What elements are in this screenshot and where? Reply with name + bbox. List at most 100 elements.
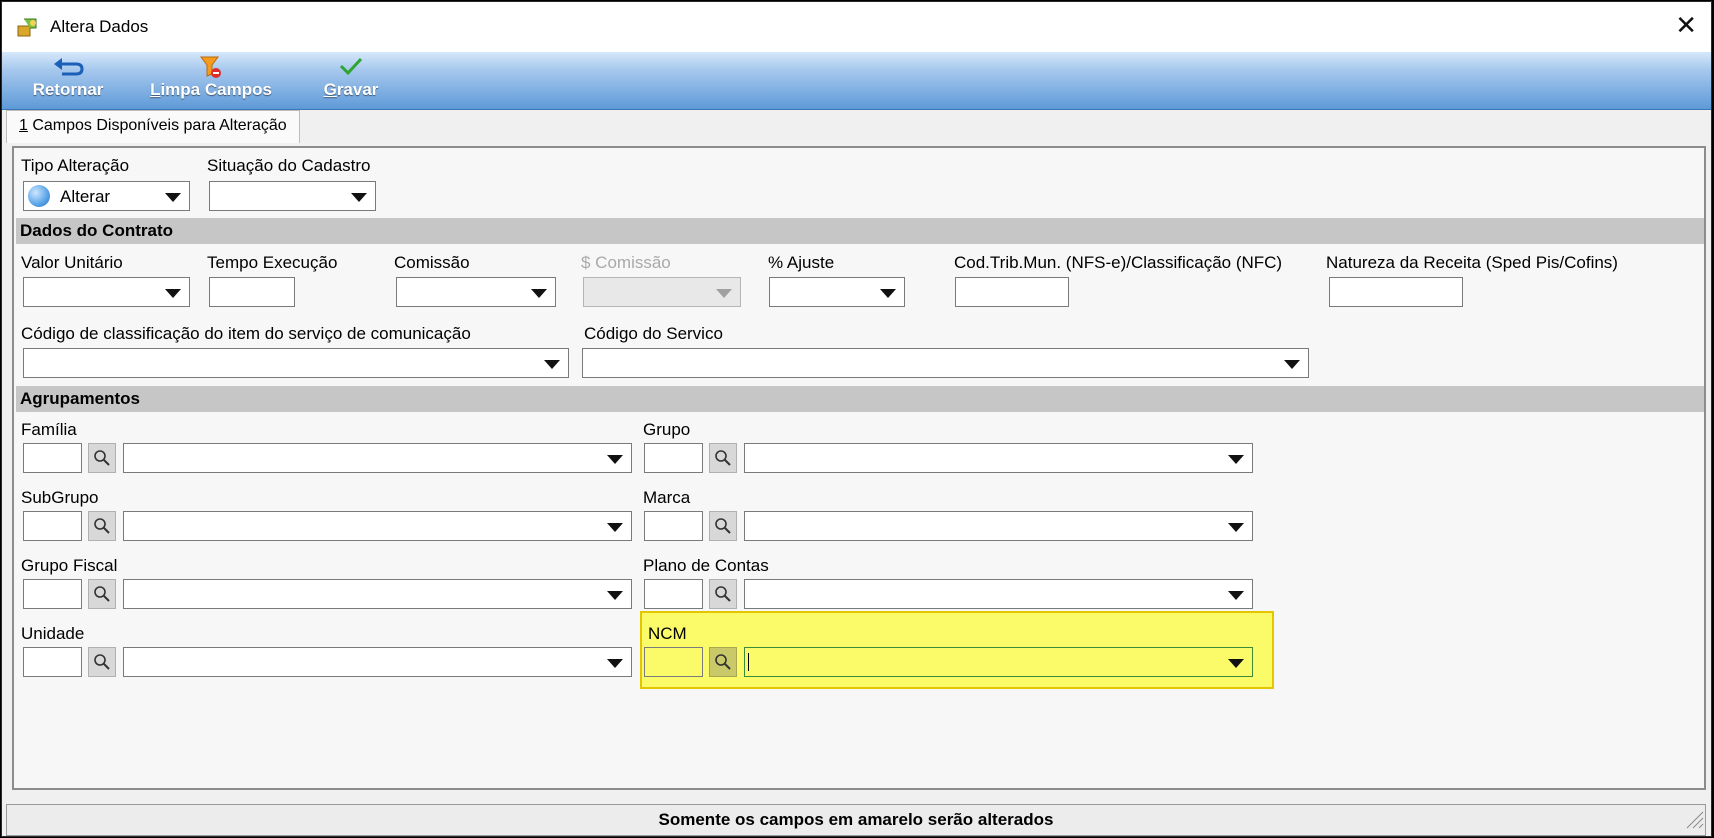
section-agrupamentos: Agrupamentos [16, 386, 1704, 412]
codigo-classificacao-select[interactable] [23, 348, 569, 378]
grupo-fiscal-label: Grupo Fiscal [21, 556, 118, 575]
tab-campos-disponiveis[interactable]: 1 Campos Disponíveis para Alteração [6, 110, 300, 143]
cod-trib-label: Cod.Trib.Mun. (NFS-e)/Classificação (NFC… [954, 253, 1283, 272]
tipo-alteracao-value: Alterar [60, 187, 111, 206]
grupo-fiscal-select[interactable] [123, 579, 632, 609]
gravar-label: Gravar [323, 80, 379, 99]
search-icon [94, 586, 110, 602]
chevron-down-icon [544, 360, 560, 369]
ncm-highlight-group: NCM [640, 611, 1274, 689]
search-icon [94, 654, 110, 670]
status-message: Somente os campos em amarelo serão alter… [658, 810, 1054, 829]
retornar-button[interactable]: Retornar [30, 54, 106, 106]
codigo-servico-label: Código do Servico [584, 324, 723, 343]
chevron-down-icon [531, 289, 547, 298]
tempo-execucao-label: Tempo Execução [207, 253, 338, 272]
chevron-down-icon [1228, 455, 1244, 464]
title-bar: Altera Dados ✕ [2, 2, 1711, 52]
valor-unitario-select[interactable] [23, 277, 190, 307]
search-icon [715, 654, 731, 670]
globe-icon [28, 185, 50, 207]
cod-trib-input[interactable] [955, 277, 1069, 307]
unidade-select[interactable] [123, 647, 632, 677]
marca-label: Marca [643, 488, 691, 507]
chevron-down-icon [1228, 523, 1244, 532]
plano-contas-select[interactable] [744, 579, 1253, 609]
text-cursor [748, 653, 749, 671]
filter-clear-icon [200, 56, 221, 78]
grupo-fiscal-search-button[interactable] [88, 579, 116, 609]
valor-unitario-label: Valor Unitário [21, 253, 123, 272]
section-dados-contrato: Dados do Contrato [16, 218, 1704, 244]
search-icon [715, 450, 731, 466]
ajuste-label: % Ajuste [768, 253, 835, 272]
altera-dados-window: Altera Dados ✕ Retornar Limpa Campos Gra… [1, 1, 1712, 837]
comissao-label: Comissão [394, 253, 470, 272]
chevron-down-icon [351, 193, 367, 202]
natureza-receita-input[interactable] [1329, 277, 1463, 307]
chevron-down-icon [607, 659, 623, 668]
toolbar: Retornar Limpa Campos Gravar [2, 52, 1711, 110]
subgrupo-label: SubGrupo [21, 488, 99, 507]
chevron-down-icon [880, 289, 896, 298]
chevron-down-icon [607, 523, 623, 532]
familia-label: Família [21, 420, 77, 439]
familia-code-input[interactable] [23, 443, 82, 473]
search-icon [94, 450, 110, 466]
unidade-code-input[interactable] [23, 647, 82, 677]
s-comissao-select [583, 277, 741, 307]
s-comissao-label: $ Comissão [581, 253, 671, 272]
subgrupo-search-button[interactable] [88, 511, 116, 541]
tempo-execucao-input[interactable] [209, 277, 295, 307]
chevron-down-icon [607, 591, 623, 600]
undo-arrow-icon [54, 58, 84, 76]
plano-contas-search-button[interactable] [709, 579, 737, 609]
chevron-down-icon [1228, 659, 1244, 668]
ajuste-select[interactable] [769, 277, 905, 307]
unidade-label: Unidade [21, 624, 85, 643]
chevron-down-icon [716, 289, 732, 298]
plano-contas-label: Plano de Contas [643, 556, 769, 575]
marca-search-button[interactable] [709, 511, 737, 541]
limpa-campos-button[interactable]: Limpa Campos [146, 54, 276, 106]
grupo-select[interactable] [744, 443, 1253, 473]
chevron-down-icon [165, 193, 181, 202]
ncm-label: NCM [648, 624, 687, 643]
grupo-search-button[interactable] [709, 443, 737, 473]
ncm-code-input[interactable] [644, 647, 703, 677]
codigo-classificacao-label: Código de classificação do item do servi… [21, 324, 471, 343]
ncm-select[interactable] [744, 647, 1253, 677]
resize-grip-icon[interactable] [1683, 808, 1705, 830]
subgrupo-select[interactable] [123, 511, 632, 541]
marca-code-input[interactable] [644, 511, 703, 541]
window-title: Altera Dados [50, 17, 149, 36]
gravar-button[interactable]: Gravar [318, 54, 384, 106]
grupo-fiscal-code-input[interactable] [23, 579, 82, 609]
tipo-alteracao-label: Tipo Alteração [21, 156, 130, 175]
search-icon [715, 518, 731, 534]
grupo-code-input[interactable] [644, 443, 703, 473]
situacao-cadastro-label: Situação do Cadastro [207, 156, 371, 175]
close-icon[interactable]: ✕ [1675, 10, 1697, 40]
chevron-down-icon [1284, 360, 1300, 369]
comissao-select[interactable] [396, 277, 556, 307]
codigo-servico-select[interactable] [582, 348, 1309, 378]
app-icon [17, 18, 37, 37]
ncm-search-button[interactable] [709, 647, 737, 677]
marca-select[interactable] [744, 511, 1253, 541]
retornar-label: Retornar [32, 80, 104, 99]
situacao-cadastro-select[interactable] [209, 181, 376, 211]
familia-search-button[interactable] [88, 443, 116, 473]
chevron-down-icon [165, 289, 181, 298]
search-icon [715, 586, 731, 602]
limpa-campos-label: Limpa Campos [150, 80, 272, 99]
status-bar: Somente os campos em amarelo serão alter… [6, 804, 1706, 836]
chevron-down-icon [607, 455, 623, 464]
plano-contas-code-input[interactable] [644, 579, 703, 609]
tipo-alteracao-select[interactable]: Alterar [23, 181, 190, 211]
familia-select[interactable] [123, 443, 632, 473]
unidade-search-button[interactable] [88, 647, 116, 677]
search-icon [94, 518, 110, 534]
subgrupo-code-input[interactable] [23, 511, 82, 541]
grupo-label: Grupo [643, 420, 691, 439]
